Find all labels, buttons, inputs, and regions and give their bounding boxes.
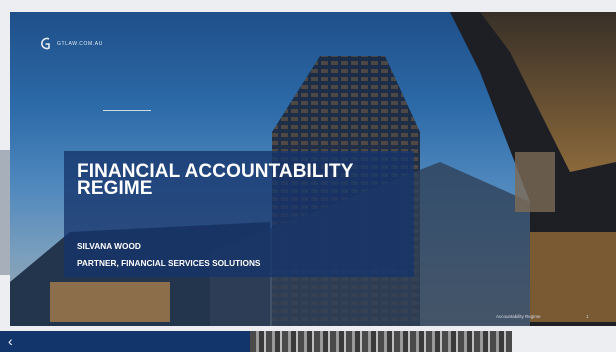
presentation-stage: GTLAW.COM.AU FINANCIAL ACCOUNTABILITY RE…	[0, 0, 616, 352]
slide-title: FINANCIAL ACCOUNTABILITY REGIME	[77, 162, 417, 199]
page-number: 1	[586, 314, 589, 319]
presenter-block: SILVANA WOOD PARTNER, FINANCIAL SERVICES…	[77, 238, 260, 272]
logo-text: GTLAW.COM.AU	[57, 40, 103, 47]
chevron-left-icon: ‹	[8, 333, 13, 349]
presenter-role: PARTNER, FINANCIAL SERVICES SOLUTIONS	[77, 258, 261, 268]
title-line-2: REGIME	[77, 178, 153, 199]
accent-divider	[103, 110, 151, 111]
left-frame-edge	[0, 150, 10, 275]
next-slide-thumbnail[interactable]: ‹	[0, 331, 512, 352]
company-logo: GTLAW.COM.AU	[40, 37, 103, 50]
footer-title: Accountability Regime	[496, 314, 541, 319]
next-slide-photo	[250, 331, 512, 352]
presenter-name: SILVANA WOOD	[77, 241, 141, 251]
gt-logo-icon	[41, 37, 50, 50]
